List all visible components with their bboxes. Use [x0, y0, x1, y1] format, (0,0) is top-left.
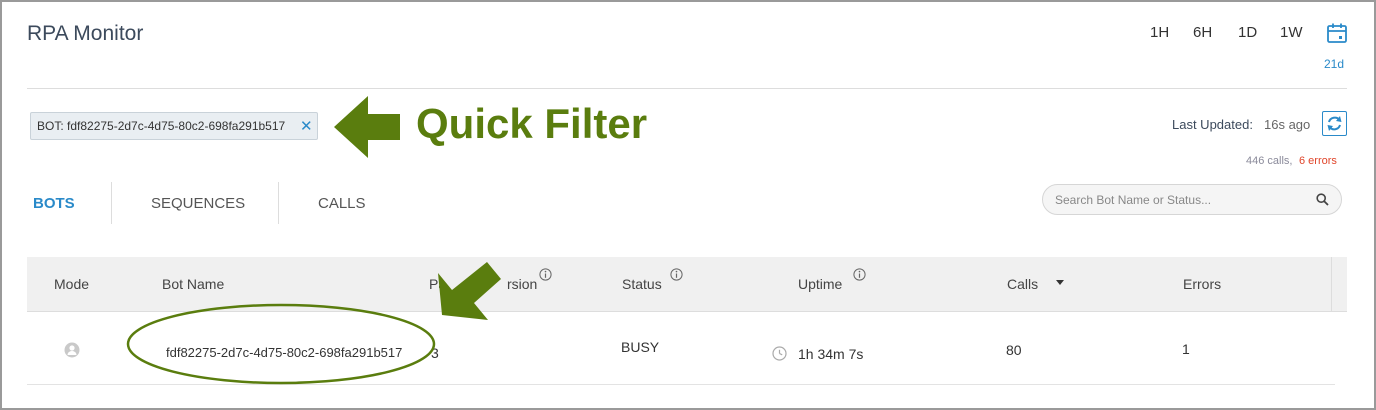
column-header-bot-name[interactable]: Bot Name: [162, 276, 224, 292]
range-1d-button[interactable]: 1D: [1238, 24, 1257, 41]
filter-chip-label: BOT: fdf82275-2d7c-4d75-80c2-698fa291b51…: [37, 119, 286, 133]
annotation-arrow-left: [334, 96, 400, 158]
column-header-uptime[interactable]: Uptime: [798, 276, 842, 292]
tab-bots[interactable]: BOTS: [33, 195, 75, 212]
uptime-cell: 1h 34m 7s: [798, 346, 864, 362]
refresh-icon[interactable]: [1322, 111, 1347, 136]
range-6h-button[interactable]: 6H: [1193, 24, 1212, 41]
column-header-package-version-end[interactable]: rsion: [507, 276, 537, 292]
column-header-mode: Mode: [54, 276, 90, 292]
column-header-calls[interactable]: Calls: [1007, 276, 1038, 292]
search-icon[interactable]: [1316, 193, 1329, 211]
info-icon[interactable]: [539, 268, 552, 281]
page-title: RPA Monitor: [27, 22, 144, 45]
table-header: Mode Bot Name Pa rsion Status Uptime Cal…: [27, 257, 1347, 312]
info-icon[interactable]: [670, 268, 683, 281]
column-header-package-version-start[interactable]: Pa: [429, 276, 446, 292]
table-row[interactable]: fdf82275-2d7c-4d75-80c2-698fa291b517 3 B…: [27, 313, 1335, 385]
tab-divider: [111, 182, 112, 224]
tab-calls[interactable]: CALLS: [318, 195, 366, 212]
last-updated-label: Last Updated:: [1172, 117, 1253, 132]
calls-cell: 80: [1006, 342, 1022, 358]
tab-sequences[interactable]: SEQUENCES: [151, 195, 245, 212]
filter-chip[interactable]: BOT: fdf82275-2d7c-4d75-80c2-698fa291b51…: [30, 112, 318, 140]
package-version-cell: 3: [431, 345, 439, 361]
last-updated-value: 16s ago: [1264, 117, 1311, 132]
custom-range-label[interactable]: 21d: [1324, 57, 1344, 71]
column-header-errors[interactable]: Errors: [1183, 276, 1221, 292]
user-icon: [64, 342, 80, 363]
status-cell: BUSY: [621, 339, 660, 355]
app-frame: RPA Monitor 1H 6H 1D 1W 21d BOT: fdf8227…: [0, 0, 1376, 410]
info-icon[interactable]: [853, 268, 866, 281]
range-1h-button[interactable]: 1H: [1150, 24, 1169, 41]
annotation-label: Quick Filter: [416, 100, 648, 147]
header-divider: [27, 88, 1347, 89]
errors-count: 6 errors: [1299, 155, 1337, 167]
calls-count: 446 calls,: [1246, 155, 1293, 167]
search-box[interactable]: [1042, 184, 1342, 215]
tab-divider: [278, 182, 279, 224]
clock-icon: [772, 346, 787, 366]
errors-cell: 1: [1182, 341, 1190, 357]
search-input[interactable]: [1055, 191, 1305, 209]
column-resize-handle[interactable]: [1331, 257, 1332, 312]
bot-name-cell[interactable]: fdf82275-2d7c-4d75-80c2-698fa291b517: [166, 345, 402, 360]
column-header-status[interactable]: Status: [622, 276, 662, 292]
sort-desc-icon[interactable]: [1056, 280, 1064, 285]
calendar-icon[interactable]: [1326, 22, 1348, 44]
range-1w-button[interactable]: 1W: [1280, 24, 1303, 41]
close-icon[interactable]: ✕: [300, 117, 313, 135]
